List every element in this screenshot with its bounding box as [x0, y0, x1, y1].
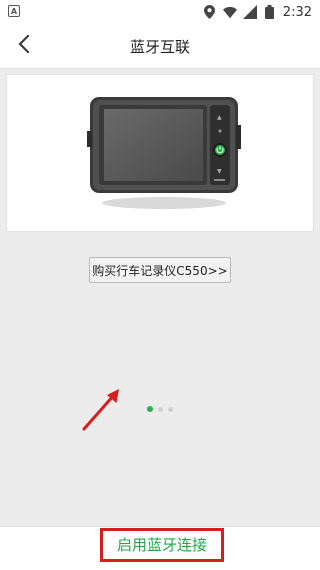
battery-icon [263, 5, 277, 19]
dashcam-device-image: ▲ ▼ [87, 95, 241, 217]
enable-bluetooth-button[interactable]: 启用蓝牙连接 [100, 528, 224, 562]
status-bar: A 2:32 [0, 0, 320, 24]
buy-c550-button[interactable]: 购买行车记录仪C550>> [89, 257, 231, 283]
signal-icon [242, 5, 257, 19]
header: 蓝牙互联 [0, 24, 320, 69]
pager-dot[interactable] [168, 406, 173, 412]
page-title: 蓝牙互联 [129, 38, 190, 56]
location-icon [203, 5, 217, 19]
pager-dots [147, 406, 173, 412]
bottom-bar: 启用蓝牙连接 [0, 526, 320, 570]
product-card: ▲ ▼ [6, 74, 314, 232]
svg-text:▲: ▲ [217, 114, 222, 121]
status-time: 2:32 [282, 4, 312, 20]
notification-a-icon: A [8, 5, 20, 17]
wifi-icon [222, 5, 237, 19]
pager-dot[interactable] [158, 406, 163, 412]
pager-dot-active[interactable] [147, 406, 153, 412]
arrow-annotation-icon [80, 385, 122, 437]
svg-text:▼: ▼ [217, 168, 222, 175]
status-icons: 2:32 [203, 3, 312, 21]
